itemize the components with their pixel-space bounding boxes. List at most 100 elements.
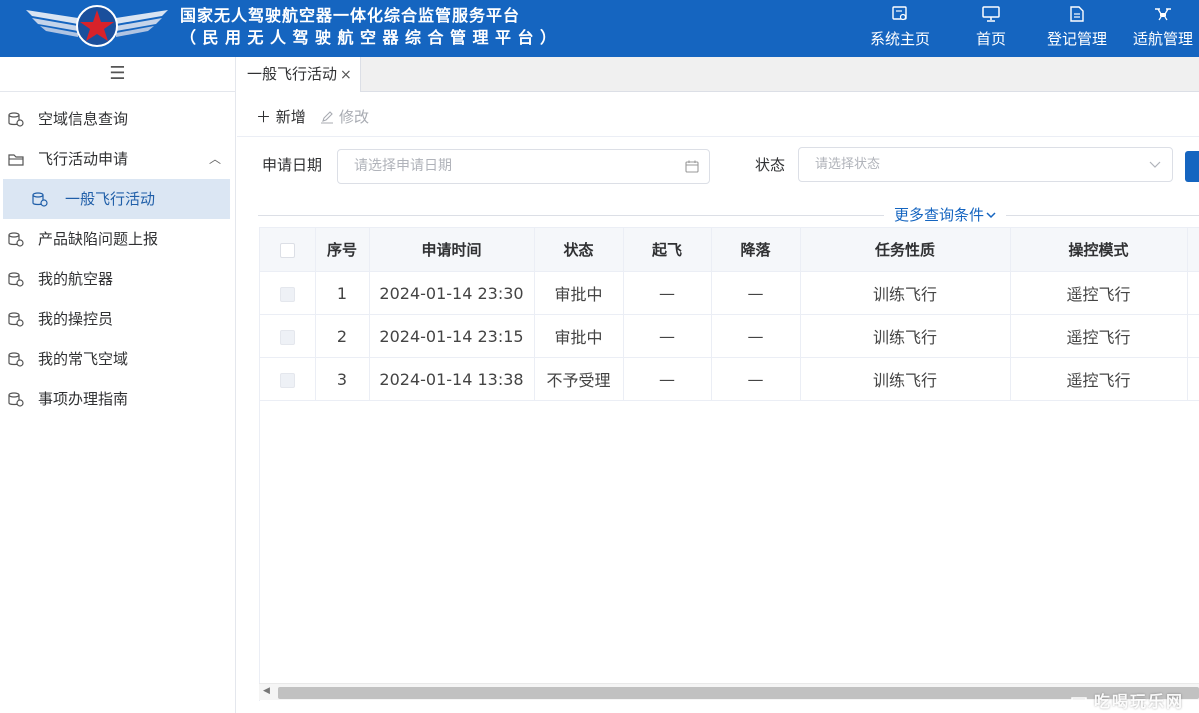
folder-open-icon [8,154,24,166]
sidebar-item-guide[interactable]: 事项办理指南 [0,379,235,419]
table-cell: 2024-01-14 13:38 [369,357,535,401]
toolbar-divider [237,136,1199,137]
edit-button[interactable]: 修改 [320,105,369,129]
horizontal-scrollbar[interactable]: ◀ [259,683,1199,700]
table-cell: 2024-01-14 23:30 [369,271,535,315]
table-cell: 训练飞行 [800,271,1011,315]
table-cell: 2 [315,314,370,358]
table-row[interactable]: 2 2024-01-14 23:15 审批中 — — 训练飞行 遥控飞行 [260,314,1199,358]
scroll-left-icon[interactable]: ◀ [263,686,270,696]
sidebar-item-label: 飞行活动申请 [38,150,129,168]
flight-activity-table: 序号 申请时间 状态 起飞 降落 任务性质 操控模式 1 2024-01-14 … [259,227,1199,701]
table-cell: 训练飞行 [800,314,1011,358]
sidebar-item-airspace-query[interactable]: 空域信息查询 [0,99,235,139]
column-header[interactable]: 申请时间 [369,227,535,272]
row-select-cell [260,357,316,401]
status-filter-label: 状态 [755,156,786,174]
sidebar-item-my-aircraft[interactable]: 我的航空器 [0,259,235,299]
table-cell-overflow [1187,357,1199,401]
database-icon [8,232,24,247]
tab-bar: 一般飞行活动 × [237,57,1199,92]
chevron-down-icon [986,212,996,219]
row-select-cell [260,271,316,315]
sidebar-item-my-operators[interactable]: 我的操控员 [0,299,235,339]
table-cell: 2024-01-14 23:15 [369,314,535,358]
column-header[interactable]: 操控模式 [1010,227,1188,272]
database-icon [8,352,24,367]
watermark: 吃喝玩乐网 [1070,688,1184,713]
status-select-placeholder: 请选择状态 [815,157,881,172]
table-cell: 遥控飞行 [1010,271,1188,315]
column-header[interactable]: 状态 [534,227,624,272]
table-cell: — [623,271,712,315]
chevron-down-icon [1149,161,1161,168]
table-cell: — [623,357,712,401]
more-conditions-toggle[interactable]: 更多查询条件 [884,205,1007,225]
doc-search-icon [892,6,907,21]
sidebar: ☰ 空域信息查询 飞行活动申请 ︿ 一般飞行活动 产品缺陷问题上报 我的航空器 … [0,57,236,713]
chat-bubble-icon [1071,696,1087,710]
select-all-cell [260,227,316,272]
table-cell: 遥控飞行 [1010,314,1188,358]
sidebar-item-flight-application[interactable]: 飞行活动申请 ︿ [0,139,235,179]
close-icon[interactable]: × [340,67,352,83]
database-icon [8,112,24,127]
table-cell-overflow [1187,314,1199,358]
sidebar-item-label: 我的航空器 [38,270,114,288]
nav-registration-label: 登记管理 [1046,30,1107,48]
nav-system-home-label: 系统主页 [869,30,930,48]
column-header[interactable]: 起飞 [623,227,712,272]
row-checkbox[interactable] [279,286,295,302]
tab-general-flight[interactable]: 一般飞行活动 × [237,57,361,92]
nav-home-label: 首页 [975,30,1006,48]
pencil-icon [321,111,333,124]
date-filter-input[interactable]: 请选择申请日期 [337,149,710,184]
platform-title: 国家无人驾驶航空器一体化综合监管服务平台 （民用无人驾驶航空器综合管理平台） [180,5,563,49]
select-all-checkbox[interactable] [279,242,295,258]
date-filter-label: 申请日期 [262,156,323,174]
sidebar-item-label: 事项办理指南 [38,390,129,408]
table-row[interactable]: 3 2024-01-14 13:38 不予受理 — — 训练飞行 遥控飞行 [260,357,1199,401]
nav-home[interactable]: 首页 [969,0,1013,57]
watermark-text: 吃喝玩乐网 [1094,692,1185,711]
table-cell: 不予受理 [534,357,624,401]
table-row[interactable]: 1 2024-01-14 23:30 审批中 — — 训练飞行 遥控飞行 [260,271,1199,315]
sidebar-item-my-airspace[interactable]: 我的常飞空域 [0,339,235,379]
app-header: 国家无人驾驶航空器一体化综合监管服务平台 （民用无人驾驶航空器综合管理平台） 系… [0,0,1199,57]
sidebar-item-label: 产品缺陷问题上报 [38,230,159,248]
column-header[interactable]: 序号 [315,227,370,272]
platform-title-line2: （民用无人驾驶航空器综合管理平台） [180,28,563,47]
column-header-overflow [1187,227,1199,272]
database-icon [32,192,48,207]
more-conditions-label: 更多查询条件 [894,206,985,224]
tab-label: 一般飞行活动 [247,65,338,83]
drone-icon [1155,8,1171,21]
add-button[interactable]: ＋ 新增 [256,105,306,129]
table-cell: 遥控飞行 [1010,357,1188,401]
nav-airworthiness-label: 适航管理 [1132,30,1193,48]
sidebar-item-defect-report[interactable]: 产品缺陷问题上报 [0,219,235,259]
search-button[interactable] [1185,151,1199,182]
scrollbar-thumb[interactable] [278,687,1199,699]
table-cell: — [711,271,801,315]
nav-system-home[interactable]: 系统主页 [866,0,934,57]
sidebar-item-label: 我的操控员 [38,310,114,328]
database-icon [8,312,24,327]
table-cell: 训练飞行 [800,357,1011,401]
table-cell: — [711,314,801,358]
table-cell: 1 [315,271,370,315]
database-icon [8,392,24,407]
sidebar-item-general-flight[interactable]: 一般飞行活动 [3,179,230,219]
row-checkbox[interactable] [279,372,295,388]
nav-airworthiness[interactable]: 适航管理 [1129,0,1197,57]
status-select[interactable]: 请选择状态 [798,147,1173,182]
edit-button-label: 修改 [339,108,370,126]
table-cell: — [711,357,801,401]
row-checkbox[interactable] [279,329,295,345]
nav-registration[interactable]: 登记管理 [1043,0,1111,57]
register-doc-icon [1070,6,1084,22]
column-header[interactable]: 降落 [711,227,801,272]
sidebar-toggle-button[interactable]: ☰ [0,57,235,92]
row-select-cell [260,314,316,358]
column-header[interactable]: 任务性质 [800,227,1011,272]
